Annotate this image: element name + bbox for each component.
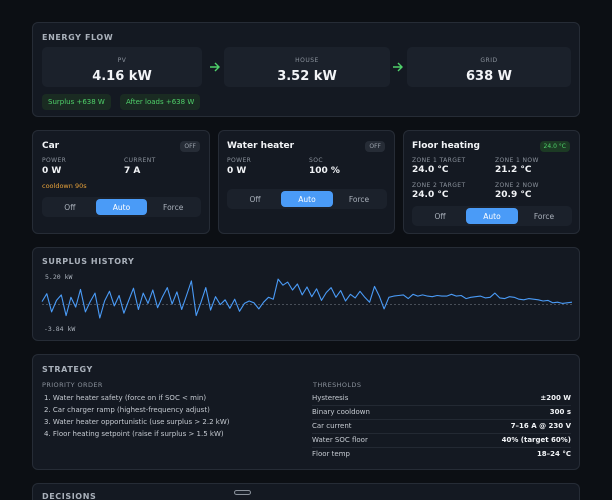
- arrow-right-icon: [393, 62, 403, 72]
- house-value: 3.52 kW: [277, 69, 337, 84]
- zone1-now-label: ZONE 1 NOW: [495, 157, 539, 164]
- threshold-value: 40% (target 60%): [501, 436, 571, 444]
- car-card: Car OFF POWER 0 W CURRENT 7 A cooldown 9…: [32, 130, 210, 234]
- arrow-right-icon: [210, 62, 220, 72]
- threshold-row: Car current 7–16 A @ 230 V: [312, 420, 571, 434]
- priority-item: 3. Water heater opportunistic (use surpl…: [44, 418, 230, 426]
- car-mode-off-button[interactable]: Off: [44, 199, 96, 215]
- car-mode-selector: Off Auto Force: [42, 197, 201, 217]
- car-cooldown-text: cooldown 90s: [42, 182, 87, 190]
- surplus-chip: Surplus +638 W: [42, 94, 111, 110]
- priority-item: 1. Water heater safety (force on if SOC …: [44, 394, 207, 402]
- threshold-value: 7–16 A @ 230 V: [510, 422, 571, 430]
- surplus-history-chart: [41, 278, 573, 319]
- threshold-row: Binary cooldown 300 s: [312, 406, 571, 420]
- water-heater-power-value: 0 W: [227, 166, 247, 176]
- house-box: HOUSE 3.52 kW: [224, 47, 390, 87]
- priority-order-heading: PRIORITY ORDER: [42, 381, 103, 389]
- after-loads-chip: After loads +638 W: [120, 94, 201, 110]
- decisions-panel: DECISIONS: [32, 483, 580, 500]
- surplus-history-title: SURPLUS HISTORY: [42, 257, 135, 266]
- floor-heating-card: Floor heating 24.0 °C ZONE 1 TARGET 24.0…: [403, 130, 580, 234]
- priority-item: 2. Car charger ramp (highest-frequency a…: [44, 406, 210, 414]
- car-status-badge: OFF: [180, 141, 200, 152]
- water-heater-mode-force-button[interactable]: Force: [333, 191, 385, 207]
- zone1-target-value: 24.0 °C: [412, 165, 449, 175]
- water-heater-status-badge: OFF: [365, 141, 385, 152]
- water-heater-mode-off-button[interactable]: Off: [229, 191, 281, 207]
- energy-flow-panel: ENERGY FLOW PV 4.16 kW HOUSE 3.52 kW GRI…: [32, 22, 580, 117]
- priority-list: 1. Water heater safety (force on if SOC …: [44, 392, 229, 440]
- floor-heating-mode-force-button[interactable]: Force: [518, 208, 570, 224]
- scroll-handle[interactable]: [234, 490, 251, 495]
- threshold-key: Binary cooldown: [312, 408, 370, 416]
- floor-heating-mode-off-button[interactable]: Off: [414, 208, 466, 224]
- priority-item: 4. Floor heating setpoint (raise if surp…: [44, 430, 224, 438]
- house-label: HOUSE: [295, 57, 319, 64]
- threshold-key: Car current: [312, 422, 352, 430]
- zone2-target-value: 24.0 °C: [412, 190, 449, 200]
- strategy-title: STRATEGY: [42, 365, 93, 374]
- threshold-value: ±200 W: [540, 394, 571, 402]
- surplus-series-line: [41, 278, 573, 319]
- zone1-now-value: 21.2 °C: [495, 165, 532, 175]
- car-title: Car: [42, 141, 60, 151]
- floor-heating-title: Floor heating: [412, 141, 480, 151]
- thresholds-heading: THRESHOLDS: [313, 381, 362, 389]
- grid-value: 638 W: [465, 69, 512, 84]
- floor-heating-mode-selector: Off Auto Force: [412, 206, 572, 226]
- water-heater-power-label: POWER: [227, 157, 252, 164]
- water-heater-soc-value: 100 %: [309, 166, 340, 176]
- threshold-value: 300 s: [549, 408, 571, 416]
- floor-heating-status-badge: 24.0 °C: [539, 141, 570, 152]
- car-power-value: 0 W: [42, 166, 62, 176]
- grid-box: GRID 638 W: [407, 47, 571, 87]
- water-heater-mode-auto-button[interactable]: Auto: [281, 191, 333, 207]
- zone2-now-value: 20.9 °C: [495, 190, 532, 200]
- zone2-target-label: ZONE 2 TARGET: [412, 182, 466, 189]
- energy-flow-title: ENERGY FLOW: [42, 33, 114, 42]
- pv-value: 4.16 kW: [92, 69, 152, 84]
- surplus-history-panel: SURPLUS HISTORY 5.20 kW -3.84 kW: [32, 247, 580, 341]
- car-power-label: POWER: [42, 157, 67, 164]
- threshold-value: 18–24 °C: [536, 450, 571, 458]
- floor-heating-mode-auto-button[interactable]: Auto: [466, 208, 518, 224]
- decisions-title: DECISIONS: [42, 492, 97, 500]
- zone1-target-label: ZONE 1 TARGET: [412, 157, 466, 164]
- threshold-key: Hysteresis: [312, 394, 349, 402]
- threshold-row: Water SOC floor 40% (target 60%): [312, 434, 571, 448]
- car-current-label: CURRENT: [124, 157, 156, 164]
- pv-label: PV: [117, 57, 127, 64]
- threshold-row: Hysteresis ±200 W: [312, 392, 571, 406]
- water-heater-soc-label: SOC: [309, 157, 323, 164]
- car-mode-auto-button[interactable]: Auto: [95, 199, 148, 215]
- water-heater-title: Water heater: [227, 141, 295, 151]
- threshold-key: Water SOC floor: [312, 436, 368, 444]
- water-heater-mode-selector: Off Auto Force: [227, 189, 387, 209]
- car-mode-force-button[interactable]: Force: [147, 199, 199, 215]
- car-current-value: 7 A: [124, 166, 141, 176]
- grid-label: GRID: [480, 57, 498, 64]
- threshold-key: Floor temp: [312, 450, 350, 458]
- threshold-row: Floor temp 18–24 °C: [312, 448, 571, 462]
- pv-box: PV 4.16 kW: [42, 47, 202, 87]
- water-heater-card: Water heater OFF POWER 0 W SOC 100 % Off…: [218, 130, 395, 234]
- zone2-now-label: ZONE 2 NOW: [495, 182, 539, 189]
